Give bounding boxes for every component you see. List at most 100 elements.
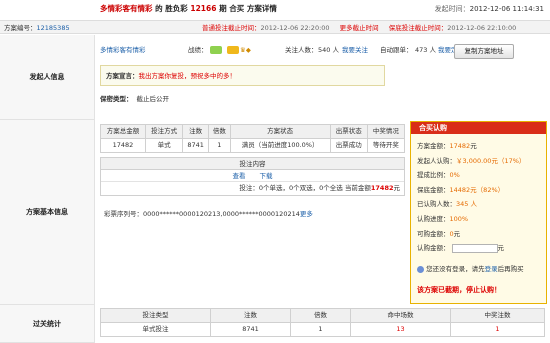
level-text: ♛◆ (240, 46, 251, 54)
buy-amount-input[interactable] (451, 243, 498, 253)
login-suffix: 后再购买 (497, 265, 524, 273)
publish-value: 2012-12-06 11:14:31 (469, 5, 544, 13)
cell-bet-type: 单式投注 (100, 322, 211, 337)
follow-link[interactable]: 我要关注 (342, 46, 368, 54)
pass-section-label: 过关统计 (33, 320, 61, 328)
col-multiple: 倍数 (208, 124, 231, 139)
buy-row-unit: 元 (470, 142, 477, 150)
list-item: 方案金额：17482元 (417, 139, 545, 154)
scheme-id-label: 方案编号： (4, 24, 37, 32)
view-link[interactable]: 查看 (232, 172, 245, 180)
title-end: 期 合买 方案详情 (219, 4, 277, 13)
level-medal-icon (210, 46, 222, 54)
list-item: 认购金额： 元 (417, 241, 545, 256)
download-link[interactable]: 下载 (260, 172, 273, 180)
scheme-table-header: 方案总金额 投注方式 注数 倍数 方案状态 出票状态 中奖情况 (100, 124, 406, 139)
secrecy-type: 保密类型： 截止后公开 (100, 95, 169, 103)
col-prize-bets: 中奖注数 (450, 308, 545, 323)
buy-row-unit: 元 (453, 229, 461, 238)
cell-multiple: 1 (208, 138, 231, 153)
diamond-icon: ◆ (245, 46, 251, 54)
title-issue: 12166 (190, 4, 217, 13)
buy-row-label: 方案金额： (417, 142, 450, 150)
col-bets: 注数 (182, 124, 210, 139)
pass-stats-header: 投注类型 注数 倍数 命中场数 中奖注数 (100, 308, 545, 323)
initiator-label-cell: 发起人信息 (0, 35, 95, 120)
list-item: 已认购人数：345 人 (417, 197, 545, 212)
col-pass-bets: 注数 (210, 308, 291, 323)
copy-address-button[interactable]: 复制方案地址 (454, 44, 514, 59)
bet-summary-unit: 元 (393, 184, 401, 192)
bet-summary-amount: 17482 (370, 184, 394, 192)
buy-row-value: 345 人 (456, 200, 477, 209)
ticket-serial: 彩票序列号：0000******0000120213,0000******000… (104, 210, 313, 218)
publish-time: 发起时间：2012-12-06 11:14:31 (435, 5, 544, 14)
serial-more-link[interactable]: 更多 (300, 210, 313, 218)
buy-row-value: ￥3,000.00元（17%） (456, 156, 526, 165)
col-bet-mode: 投注方式 (144, 124, 184, 139)
col-prize-status: 中奖情况 (366, 124, 406, 139)
serial-label: 彩票序列号： (104, 210, 143, 218)
scheme-label-cell: 方案基本信息 (0, 120, 95, 305)
cell-ticket-status: 出票成功 (329, 138, 368, 153)
scheme-id-value: 12185385 (36, 24, 70, 32)
scheme-id-bar: 方案编号：12185385 普通投注截止时间：2012-12-06 22:20:… (0, 20, 550, 34)
page-header: 多情彩客有情彩 的 胜负彩 12166 期 合买 方案详情 发起时间：2012-… (0, 0, 550, 20)
cell-hit-matches: 13 (350, 322, 451, 337)
buy-amount-unit: 元 (497, 244, 505, 253)
buy-row-value: 0% (449, 171, 460, 180)
table-row: 17482 单式 8741 1 满员（当前进度100.0%） 出票成功 等待开奖 (100, 138, 406, 153)
level-star-icon (227, 46, 240, 54)
join-buy-title: 合买认购 (411, 122, 546, 134)
fans-count: 540 人 (318, 46, 339, 54)
buy-row-label: 保底金额： (417, 185, 450, 194)
declaration-label: 方案宣言： (106, 72, 139, 80)
list-item: 提成比例：0% (417, 168, 545, 183)
bet-summary-text: 0个单选，0个双选，0个全选 当前金额 (258, 184, 371, 192)
secrecy-label: 保密类型： (100, 95, 133, 103)
initiator-name-link[interactable]: 多情彩客有情彩 (100, 46, 146, 54)
buy-row-value: 14482元（82%） (449, 185, 505, 194)
buy-row-label: 已认购人数： (417, 200, 456, 209)
cell-prize-status: 等待开奖 (366, 138, 406, 153)
cell-total-amount: 17482 (100, 138, 146, 153)
scheme-section-label: 方案基本信息 (26, 208, 68, 216)
initiator-section-label: 发起人信息 (29, 73, 65, 81)
bet-content-box: 投注内容 查看 下载 投注：0个单选，0个双选，0个全选 当前金额17482元 (100, 157, 405, 196)
login-notice: 您还没有登录，请先登录后再购买 (417, 265, 524, 273)
buy-row-value: 100% (449, 214, 469, 223)
scheme-id: 方案编号：12185385 (4, 24, 70, 32)
auto-follow-count: 473 人 (415, 46, 436, 54)
buy-amount-label: 认购金额： (417, 244, 450, 253)
bet-summary-prefix: 投注： (239, 184, 259, 192)
title-mid: 的 胜负彩 (155, 4, 188, 13)
scheme-detail-page: 多情彩客有情彩 的 胜负彩 12166 期 合买 方案详情 发起时间：2012-… (0, 0, 550, 343)
cell-pass-bets: 8741 (210, 322, 291, 337)
guarantee-deadline-label: 保底投注截止时间： (388, 24, 448, 32)
cell-pass-multiple: 1 (290, 322, 351, 337)
guarantee-deadline: 2012-12-06 22:10:00 (447, 24, 517, 32)
col-bet-type: 投注类型 (100, 308, 211, 323)
buy-row-value: 17482 (449, 142, 471, 150)
more-deadline-link[interactable]: 更多截止时间 (340, 24, 379, 32)
list-item: 保底金额：14482元（82%） (417, 183, 545, 198)
declaration-box: 方案宣言：我出方案你复投，预祝多中的多！ (100, 65, 385, 86)
join-buy-panel: 合买认购 方案金额：17482元 发起人认购：￥3,000.00元（17%） 提… (410, 121, 547, 304)
col-scheme-status: 方案状态 (229, 124, 331, 139)
buy-row-label: 可购金额： (417, 229, 450, 238)
join-buy-rows: 方案金额：17482元 发起人认购：￥3,000.00元（17%） 提成比例：0… (417, 139, 545, 256)
buy-row-label: 发起人认购： (417, 156, 456, 165)
user-icon (417, 265, 424, 273)
normal-deadline-label: 普通投注截止时间： (202, 24, 261, 32)
list-item: 发起人认购：￥3,000.00元（17%） (417, 154, 545, 169)
fans-label: 关注人数： (285, 46, 318, 54)
record-label: 战绩： (188, 46, 208, 54)
pass-label-cell: 过关统计 (0, 305, 95, 343)
table-row: 单式投注 8741 1 13 1 (100, 322, 545, 337)
pass-stats-table: 投注类型 注数 倍数 命中场数 中奖注数 单式投注 8741 1 13 1 (100, 308, 545, 337)
login-link[interactable]: 登录 (485, 265, 498, 273)
buy-row-label: 提成比例： (417, 171, 450, 180)
secrecy-value: 截止后公开 (136, 95, 170, 103)
col-ticket-status: 出票状态 (329, 124, 368, 139)
bet-content-links: 查看 下载 (101, 170, 404, 182)
